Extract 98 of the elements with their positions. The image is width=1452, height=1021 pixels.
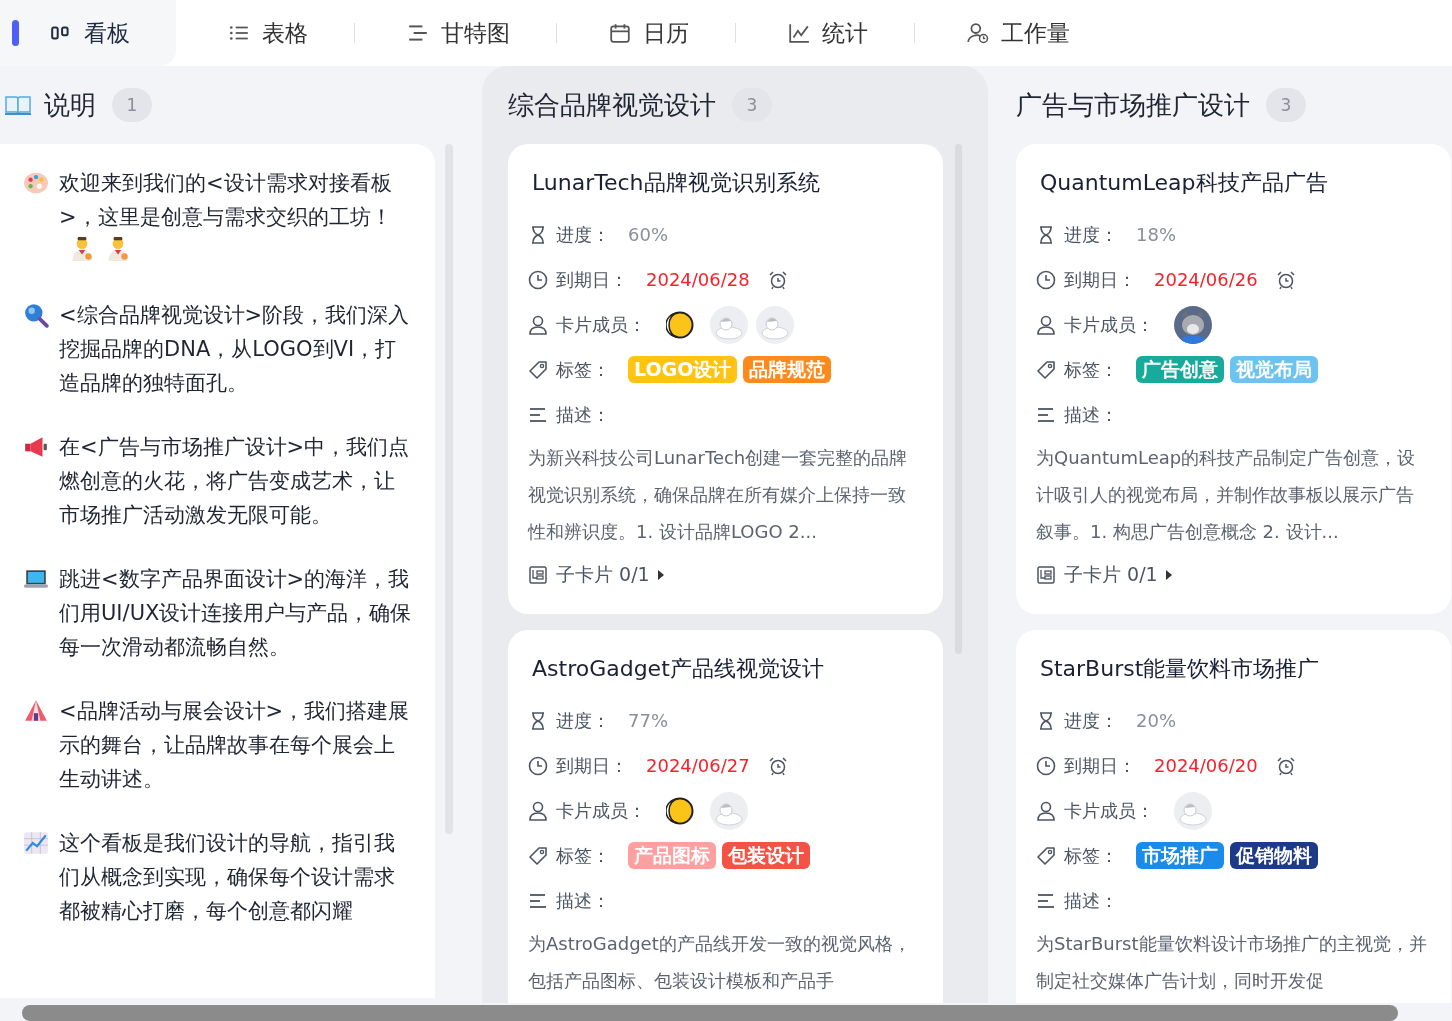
members-label: 卡片成员： bbox=[1064, 312, 1154, 337]
note-text: 在<广告与市场推广设计>中，我们点燃创意的火花，将广告变成艺术，让市场推广活动激发无限可能。 bbox=[59, 435, 410, 527]
avatar[interactable] bbox=[666, 310, 694, 339]
person-clock-icon bbox=[967, 22, 989, 44]
progress-value: 18% bbox=[1136, 224, 1176, 245]
artist-icon bbox=[69, 236, 95, 262]
tags-label: 标签： bbox=[1064, 843, 1118, 868]
tag-icon bbox=[528, 359, 548, 380]
tag: 市场推广 bbox=[1136, 842, 1224, 869]
selection-indicator bbox=[12, 20, 19, 46]
count-badge: 3 bbox=[1266, 88, 1306, 122]
tag-icon bbox=[1036, 359, 1056, 380]
note-text: 跳进<数字产品界面设计>的海洋，我们用UI/UX设计连接用户与产品，确保每一次滑动都流畅自然。 bbox=[59, 567, 412, 659]
clock-icon bbox=[528, 755, 548, 776]
column-title: 广告与市场推广设计 bbox=[1016, 88, 1250, 122]
alarm-clock-icon[interactable] bbox=[767, 755, 788, 776]
card-title: QuantumLeap科技产品广告 bbox=[1039, 169, 1329, 197]
count-badge: 1 bbox=[112, 88, 152, 122]
progress-value: 20% bbox=[1136, 710, 1176, 731]
task-card[interactable]: StarBurst能量饮料市场推广 进度： 20% 到期日： 2024/06/20 卡片成员： 标签： 市场推广 促销物料 描述： 为StarBurst能量饮料设计市场推广的主视觉，并制定社交媒体广告计划，同时开发促 bbox=[1016, 630, 1451, 1003]
alarm-clock-icon[interactable] bbox=[767, 269, 788, 290]
members-label: 卡片成员： bbox=[556, 798, 646, 823]
calendar-icon bbox=[609, 22, 631, 44]
card-description: 为StarBurst能量饮料设计市场推广的主视觉，并制定社交媒体广告计划，同时开发促 bbox=[1036, 932, 1428, 993]
due-date: 2024/06/28 bbox=[646, 269, 750, 290]
column-title: 说明 bbox=[44, 88, 96, 122]
tent-icon bbox=[23, 698, 49, 724]
card-description: 为AstroGadget的产品线开发一致的视觉风格，包括产品图标、包装设计模板和产品手 bbox=[528, 932, 912, 993]
artist-icon bbox=[105, 236, 131, 262]
description-label: 描述： bbox=[1064, 888, 1118, 913]
tag-icon bbox=[1036, 845, 1056, 866]
tag: 视觉布局 bbox=[1230, 356, 1318, 383]
megaphone-icon bbox=[23, 434, 49, 460]
line-chart-icon bbox=[788, 22, 810, 44]
members-label: 卡片成员： bbox=[556, 312, 646, 337]
task-card[interactable]: AstroGadget产品线视觉设计 进度： 77% 到期日： 2024/06/27 卡片成员： 标签： 产品图标 包装设计 描述： 为AstroGadget的产品线开发一致的视觉风格，包括产品图标、包装设计模板和产品手 bbox=[508, 630, 943, 1003]
card-title: AstroGadget产品线视觉设计 bbox=[531, 655, 825, 683]
progress-value: 60% bbox=[628, 224, 668, 245]
progress-label: 进度： bbox=[1064, 708, 1118, 733]
description-label: 描述： bbox=[1064, 402, 1118, 427]
due-label: 到期日： bbox=[1064, 753, 1136, 778]
view-tab[interactable]: 看板 bbox=[0, 0, 176, 66]
due-date: 2024/06/26 bbox=[1154, 269, 1258, 290]
progress-label: 进度： bbox=[556, 222, 610, 247]
subcard-icon bbox=[1036, 565, 1056, 585]
subcard-toggle[interactable]: 子卡片 0/1 bbox=[1036, 558, 1172, 592]
members-label: 卡片成员： bbox=[1064, 798, 1154, 823]
note-text: <综合品牌视觉设计>阶段，我们深入挖掘品牌的DNA，从LOGO到VI，打造品牌的独特面孔。 bbox=[59, 303, 410, 395]
tag: 产品图标 bbox=[628, 842, 716, 869]
scrollbar-thumb[interactable] bbox=[22, 1005, 1398, 1021]
caret-icon bbox=[1165, 570, 1172, 580]
task-card[interactable]: QuantumLeap科技产品广告 进度： 18% 到期日： 2024/06/26 卡片成员： 标签： 广告创意 视觉布局 描述： 为QuantumLeap的科技产品制定广告创意，设计吸引人的视觉布局，并制作故事板以展示广告叙事。1. 构思广告创意概念 2. 设计... 子卡片 0/1 bbox=[1016, 144, 1451, 614]
progress-label: 进度： bbox=[556, 708, 610, 733]
progress-label: 进度： bbox=[1064, 222, 1118, 247]
due-label: 到期日： bbox=[556, 753, 628, 778]
book-icon bbox=[4, 93, 32, 117]
clock-icon bbox=[1036, 755, 1056, 776]
user-icon bbox=[528, 800, 548, 821]
caret-icon bbox=[657, 570, 664, 580]
description-label: 描述： bbox=[556, 888, 610, 913]
due-date: 2024/06/27 bbox=[646, 755, 750, 776]
avatar[interactable] bbox=[666, 796, 694, 825]
due-label: 到期日： bbox=[1064, 267, 1136, 292]
subcard-icon bbox=[528, 565, 548, 585]
progress-value: 77% bbox=[628, 710, 668, 731]
tags-label: 标签： bbox=[556, 357, 610, 382]
tag: LOGO设计 bbox=[628, 356, 738, 383]
tag: 包装设计 bbox=[722, 842, 810, 869]
user-icon bbox=[1036, 800, 1056, 821]
user-icon bbox=[1036, 314, 1056, 335]
tag: 广告创意 bbox=[1136, 356, 1224, 383]
card-title: StarBurst能量饮料市场推广 bbox=[1039, 655, 1321, 683]
due-label: 到期日： bbox=[556, 267, 628, 292]
tag: 促销物料 bbox=[1230, 842, 1318, 869]
magnifier-icon bbox=[23, 302, 49, 328]
note-text: 这个看板是我们设计的导航，指引我们从概念到实现，确保每个设计需求都被精心打磨，每个创意都闪耀 bbox=[59, 831, 395, 923]
tag-icon bbox=[528, 845, 548, 866]
description-label: 描述： bbox=[556, 402, 610, 427]
tags-label: 标签： bbox=[556, 843, 610, 868]
clock-icon bbox=[1036, 269, 1056, 290]
tags-label: 标签： bbox=[1064, 357, 1118, 382]
column-title: 综合品牌视觉设计 bbox=[508, 88, 716, 122]
due-date: 2024/06/20 bbox=[1154, 755, 1258, 776]
alarm-clock-icon[interactable] bbox=[1275, 755, 1296, 776]
palette-icon bbox=[23, 170, 49, 196]
card-description: 为QuantumLeap的科技产品制定广告创意，设计吸引人的视觉布局，并制作故事板以展示广告叙事。1. 构思广告创意概念 2. 设计... bbox=[1036, 446, 1417, 544]
card-description: 为新兴科技公司LunarTech创建一套完整的品牌视觉识别系统，确保品牌在所有媒介上保持一致性和辨识度。1. 设计品牌LOGO 2... bbox=[528, 446, 909, 544]
note-text: <品牌活动与展会设计>，我们搭建展示的舞台，让品牌故事在每个展会上生动讲述。 bbox=[59, 699, 410, 791]
user-icon bbox=[528, 314, 548, 335]
trend-chart-icon bbox=[23, 830, 49, 856]
tag: 品牌规范 bbox=[743, 356, 832, 383]
task-card[interactable]: LunarTech品牌视觉识别系统 进度： 60% 到期日： 2024/06/28 卡片成员： 标签： LOGO设计 品牌规范 描述： 为新兴科技公司LunarTech创建一套完整的品牌视觉识别系统，确保品牌在所有媒介上保持一致性和辨识度。1. 设计品牌LOGO 2... 子卡片 0/1 bbox=[508, 144, 943, 614]
gantt-icon bbox=[407, 22, 429, 44]
note-text: 欢迎来到我们的<设计需求对接看板>，这里是创意与需求交织的工坊！ bbox=[59, 171, 392, 229]
clock-icon bbox=[528, 269, 548, 290]
alarm-clock-icon[interactable] bbox=[1275, 269, 1296, 290]
subcard-toggle[interactable]: 子卡片 0/1 bbox=[528, 558, 664, 592]
card-title: LunarTech品牌视觉识别系统 bbox=[531, 169, 821, 197]
